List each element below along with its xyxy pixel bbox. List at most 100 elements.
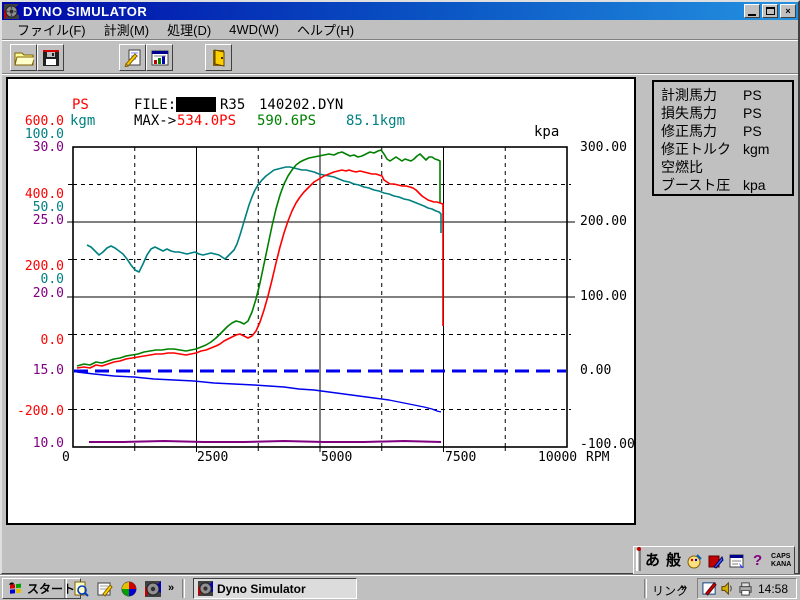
menu-4wd[interactable]: 4WD(W) (220, 20, 288, 39)
minimize-icon (748, 13, 756, 16)
legend-name: ブースト圧 (661, 177, 731, 193)
menu-measure[interactable]: 計測(M) (95, 18, 159, 41)
legend-row: ブースト圧 kpa (661, 176, 792, 194)
report-chart-icon (151, 50, 168, 65)
ime-pad-icon (729, 554, 744, 568)
chart-panel: PS kgm FILE: R35 140202.DYN MAX-> 534.0P… (6, 77, 636, 525)
printer-icon[interactable] (738, 581, 753, 596)
taskbar-separator (644, 579, 647, 598)
search-page-icon (74, 581, 89, 597)
note-pencil-icon (123, 49, 140, 67)
windows-logo-icon (9, 582, 21, 594)
start-button[interactable]: スタート (2, 578, 82, 599)
ime-tools-button[interactable] (685, 551, 704, 570)
max-label: MAX-> (134, 113, 177, 129)
ime-drag-handle[interactable] (636, 547, 641, 571)
menu-help[interactable]: ヘルプ(H) (288, 18, 363, 41)
legend-name: 損失馬力 (661, 105, 717, 121)
max-corrected-value: 590.6PS (257, 113, 317, 129)
axis-tick: 0 (62, 450, 70, 465)
taskbar: スタート » Dyno Simulator リンク » 14:58 (0, 575, 800, 600)
ime-toolbar: あ 般 ? CAPS KANA (633, 546, 795, 575)
maximize-icon (765, 7, 775, 15)
axis-tick: 300.00 (580, 140, 627, 155)
axis-tick: 5000 (321, 450, 353, 465)
floppy-disk-icon (42, 49, 59, 66)
caps-label: CAPS (771, 552, 791, 560)
menu-process[interactable]: 処理(D) (158, 18, 220, 41)
quicklaunch-chevron[interactable]: » (168, 582, 174, 594)
axis-tick: 0.0 (40, 333, 64, 348)
max-measured-value: 534.0PS (177, 113, 237, 129)
ime-help-button[interactable]: ? (748, 551, 767, 570)
save-button[interactable] (37, 44, 64, 71)
ime-dictionary-pen-icon (708, 555, 724, 569)
axis-tick: 100.00 (580, 289, 627, 304)
legend-name: 修正トルク (661, 141, 731, 157)
task-button-label: Dyno Simulator (217, 581, 306, 596)
tray-ime-pad-icon[interactable] (702, 581, 717, 596)
legend-name: 修正馬力 (661, 123, 717, 139)
minimize-button[interactable] (744, 4, 760, 18)
start-label: スタート (27, 582, 76, 596)
ime-conversion-mode-button[interactable]: 般 (664, 553, 683, 568)
ime-input-mode-button[interactable]: あ (643, 553, 662, 568)
ime-caps-kana-indicator[interactable]: CAPS KANA (771, 553, 791, 569)
app-icon (4, 3, 19, 19)
quicklaunch-memo-button[interactable] (96, 580, 114, 598)
menubar: ファイル(F) 計測(M) 処理(D) 4WD(W) ヘルプ(H) (2, 20, 798, 40)
screen: DYNO SIMULATOR × ファイル(F) 計測(M) 処理(D) 4WD… (0, 0, 800, 600)
volume-speaker-icon[interactable] (720, 581, 735, 596)
quicklaunch-media-button[interactable] (120, 580, 138, 598)
quicklaunch-dyno-button[interactable] (144, 580, 162, 598)
memo-pencil-icon (97, 582, 113, 597)
close-button[interactable]: × (780, 4, 796, 18)
edit-note-button[interactable] (119, 44, 146, 71)
open-folder-icon (13, 52, 34, 65)
redacted-text (176, 97, 216, 112)
exit-button[interactable] (205, 44, 232, 71)
axis-tick: 200.00 (580, 214, 627, 229)
kgm-axis-label: kgm (70, 113, 96, 129)
menu-file[interactable]: ファイル(F) (8, 18, 95, 41)
close-icon: × (785, 6, 791, 16)
series-計測馬力 (76, 169, 444, 369)
legend-name: 計測馬力 (661, 87, 717, 103)
taskbar-separator (64, 579, 67, 598)
axis-tick: 25.0 (32, 213, 64, 228)
system-tray: 14:58 (697, 578, 797, 599)
axis-tick: 0.0 (40, 272, 64, 287)
axis-tick: 0.00 (580, 363, 612, 378)
open-file-button[interactable] (10, 44, 37, 71)
file-name-part1: R35 (220, 97, 246, 113)
app-window: DYNO SIMULATOR × ファイル(F) 計測(M) 処理(D) 4WD… (0, 0, 800, 575)
axis-tick: 15.0 (32, 363, 64, 378)
legend-row: 計測馬力 PS (661, 86, 792, 104)
legend-row: 修正トルク kgm (661, 140, 792, 158)
ime-pad-button[interactable] (727, 551, 746, 570)
legend-unit: PS (743, 123, 762, 139)
axis-tick: 10.0 (32, 436, 64, 451)
axis-tick: -100.00 (580, 437, 635, 452)
links-chevron[interactable]: » (681, 582, 687, 594)
color-ball-icon (121, 581, 137, 597)
ime-palette-icon (687, 553, 702, 568)
dyno-wheel-icon (145, 581, 161, 597)
task-button-dyno-simulator[interactable]: Dyno Simulator (193, 578, 357, 599)
kana-label: KANA (771, 560, 792, 568)
taskbar-clock[interactable]: 14:58 (758, 582, 788, 596)
legend-name: 空燃比 (661, 159, 703, 175)
legend-box: 計測馬力 PS 損失馬力 PS 修正馬力 PS 修正トルク kgm 空燃比 ブースト圧 k… (652, 80, 794, 196)
ps-axis-label: PS (72, 97, 89, 113)
axis-tick: 20.0 (32, 286, 64, 301)
legend-row: 空燃比 (661, 158, 792, 176)
ime-dictionary-button[interactable] (706, 551, 725, 570)
maximize-button[interactable] (762, 4, 778, 18)
legend-row: 修正馬力 PS (661, 122, 792, 140)
legend-unit: kgm (743, 141, 770, 157)
report-view-button[interactable] (146, 44, 173, 71)
window-title: DYNO SIMULATOR (23, 3, 148, 19)
series-損失馬力 (76, 371, 442, 413)
axis-tick: 10000 (538, 450, 578, 465)
quicklaunch-search-button[interactable] (72, 580, 90, 598)
